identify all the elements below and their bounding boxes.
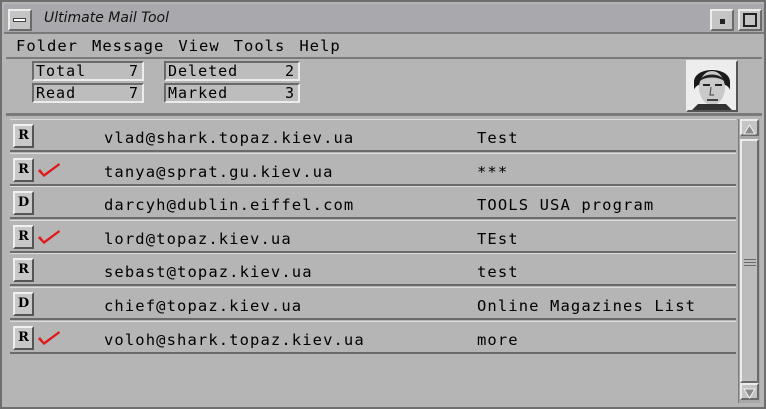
maximize-button[interactable] bbox=[738, 9, 762, 31]
status-button[interactable]: D bbox=[13, 292, 34, 316]
title-bar[interactable]: Ultimate Mail Tool bbox=[4, 4, 764, 34]
status-button[interactable]: D bbox=[13, 191, 34, 216]
message-subject: TEst bbox=[477, 229, 519, 248]
vertical-scrollbar[interactable] bbox=[738, 119, 760, 403]
message-subject: Test bbox=[477, 129, 519, 147]
minimize-icon bbox=[720, 19, 725, 24]
stat-total-value: 7 bbox=[128, 62, 139, 80]
menu-help[interactable]: Help bbox=[299, 37, 340, 55]
stat-deleted-label: Deleted bbox=[168, 62, 239, 80]
mail-window: Ultimate Mail Tool Folder Message View T… bbox=[0, 0, 766, 409]
scroll-thumb[interactable] bbox=[740, 139, 759, 383]
window-menu-icon bbox=[13, 18, 26, 22]
arrow-up-icon bbox=[743, 124, 756, 135]
scroll-up-button[interactable] bbox=[740, 119, 759, 136]
stat-deleted-value: 2 bbox=[284, 62, 295, 80]
stat-read-label: Read bbox=[36, 84, 77, 102]
message-subject: more bbox=[477, 330, 519, 349]
message-sender: lord@topaz.kiev.ua bbox=[104, 229, 292, 248]
stat-read-value: 7 bbox=[128, 84, 139, 102]
checkmark-icon bbox=[38, 162, 60, 177]
status-button[interactable]: R bbox=[13, 157, 34, 182]
menu-tools[interactable]: Tools bbox=[234, 37, 286, 55]
stat-read: Read 7 bbox=[32, 83, 144, 103]
thumb-grip bbox=[744, 259, 756, 260]
stat-deleted: Deleted 2 bbox=[164, 61, 300, 81]
message-list: Rvlad@shark.topaz.kiev.ua Test Rtanya@spra… bbox=[10, 119, 736, 405]
window-title: Ultimate Mail Tool bbox=[44, 10, 170, 26]
message-subject: TOOLS USA program bbox=[477, 196, 655, 215]
stat-total: Total 7 bbox=[32, 61, 144, 81]
message-subject: Online Magazines List bbox=[477, 297, 697, 315]
user-avatar[interactable] bbox=[686, 60, 738, 112]
menu-bar: Folder Message View Tools Help bbox=[6, 35, 762, 59]
status-button[interactable]: R bbox=[13, 258, 34, 283]
minimize-button[interactable] bbox=[710, 9, 734, 31]
message-sender: vlad@shark.topaz.kiev.ua bbox=[104, 129, 355, 147]
stat-marked-label: Marked bbox=[168, 84, 229, 102]
message-subject: *** bbox=[477, 162, 509, 181]
message-row[interactable]: Ddarcyh@dublin.eiffel.com TOOLS USA progr… bbox=[10, 186, 736, 220]
menu-view[interactable]: View bbox=[178, 37, 219, 55]
message-row[interactable]: Rvoloh@shark.topaz.kiev.ua more bbox=[10, 320, 736, 354]
message-sender: tanya@sprat.gu.kiev.ua bbox=[104, 162, 334, 181]
stat-marked: Marked 3 bbox=[164, 83, 300, 103]
message-sender: sebast@topaz.kiev.ua bbox=[104, 263, 313, 282]
stat-total-label: Total bbox=[36, 62, 87, 80]
scroll-down-button[interactable] bbox=[740, 383, 759, 400]
message-row[interactable]: Rlord@topaz.kiev.ua TEst bbox=[10, 219, 736, 253]
maximize-icon bbox=[743, 13, 757, 27]
arrow-down-icon bbox=[743, 388, 756, 399]
message-row[interactable]: Rsebast@topaz.kiev.ua test bbox=[10, 253, 736, 287]
message-sender: chief@topaz.kiev.ua bbox=[104, 297, 303, 315]
stats-panel: Total 7 Deleted 2 Read 7 Marked 3 bbox=[6, 60, 762, 116]
menu-message[interactable]: Message bbox=[92, 37, 164, 55]
checkmark-icon bbox=[38, 330, 60, 345]
message-sender: voloh@shark.topaz.kiev.ua bbox=[104, 330, 365, 349]
stat-marked-value: 3 bbox=[284, 84, 295, 102]
status-button[interactable]: R bbox=[13, 124, 34, 148]
thumb-grip bbox=[744, 262, 756, 263]
message-row[interactable]: Dchief@topaz.kiev.ua Online Magazines Lis… bbox=[10, 287, 736, 320]
checkmark-icon bbox=[38, 229, 60, 244]
message-row[interactable]: Rtanya@sprat.gu.kiev.ua *** bbox=[10, 152, 736, 186]
user-photo-icon bbox=[688, 62, 736, 110]
status-button[interactable]: R bbox=[13, 325, 34, 350]
status-button[interactable]: R bbox=[13, 224, 34, 249]
message-subject: test bbox=[477, 263, 519, 282]
menu-folder[interactable]: Folder bbox=[16, 37, 78, 55]
message-sender: darcyh@dublin.eiffel.com bbox=[104, 196, 355, 215]
window-menu-button[interactable] bbox=[8, 9, 32, 31]
message-row[interactable]: Rvlad@shark.topaz.kiev.ua Test bbox=[10, 119, 736, 152]
thumb-grip bbox=[744, 265, 756, 266]
